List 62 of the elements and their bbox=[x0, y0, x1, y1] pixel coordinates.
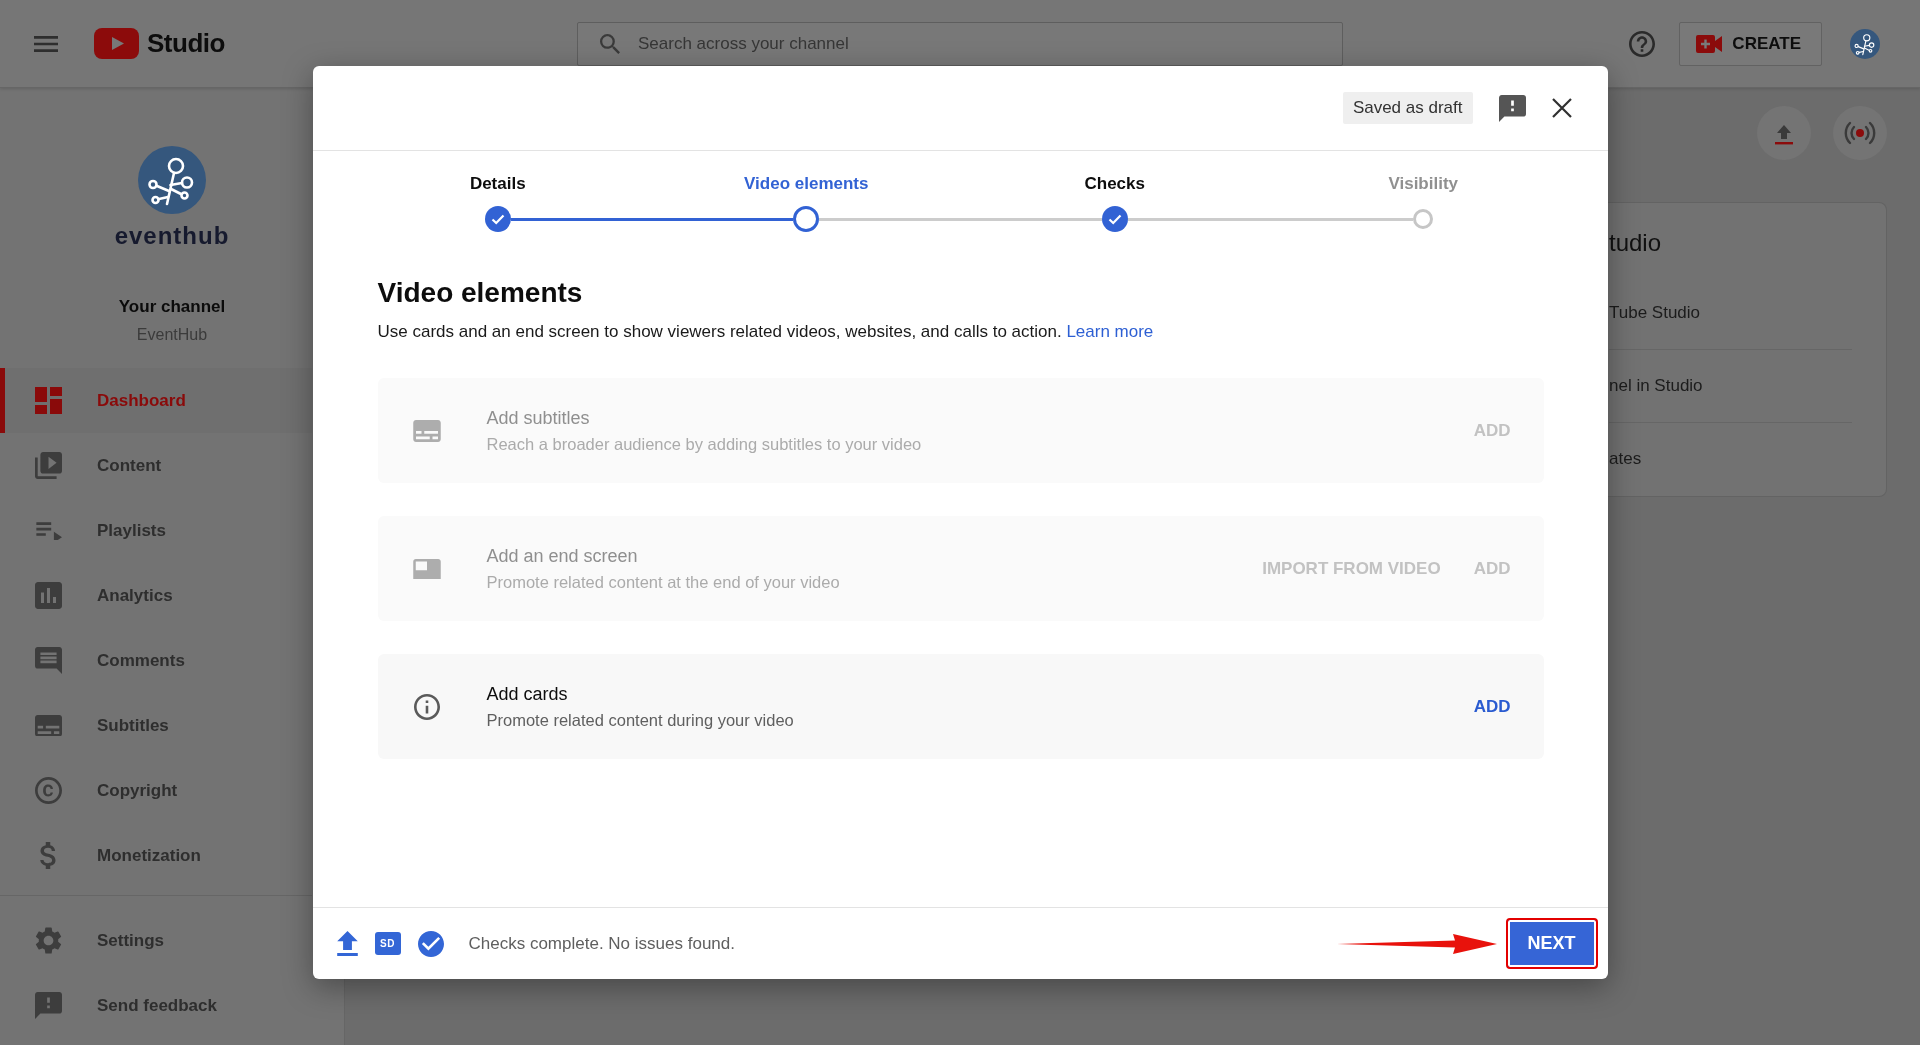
screen-icon bbox=[412, 558, 441, 579]
card-title: Add an end screen bbox=[486, 544, 639, 567]
sidebar-item[interactable]: Subtitles bbox=[0, 693, 312, 758]
dashboard-icon bbox=[35, 387, 62, 414]
learn-more-link[interactable]: Learn more bbox=[1066, 322, 1154, 341]
panel-item: Tube Studio bbox=[1609, 303, 1701, 323]
action-button[interactable]: ADD bbox=[1473, 696, 1511, 717]
copyright-icon bbox=[35, 777, 62, 804]
comment-icon bbox=[35, 647, 62, 674]
dialog-title: Video elements bbox=[377, 276, 584, 310]
channel-label: Your channel bbox=[118, 297, 226, 317]
close-icon[interactable] bbox=[1551, 98, 1572, 118]
card-title: Add subtitles bbox=[486, 406, 591, 429]
video-camera-plus-icon bbox=[1696, 34, 1723, 53]
quality-badge: SD bbox=[374, 932, 401, 955]
sidebar-item[interactable]: Monetization bbox=[0, 823, 312, 888]
save-status-chip: Saved as draft bbox=[1342, 92, 1473, 124]
subtitles-icon bbox=[412, 419, 441, 442]
sidebar-item[interactable]: Playlists bbox=[0, 498, 312, 563]
sidebar-item[interactable]: Send feedback bbox=[0, 973, 312, 1038]
step-tab[interactable]: Checks bbox=[1084, 174, 1145, 232]
sidebar-item[interactable]: Settings bbox=[0, 908, 312, 973]
feedback-icon bbox=[35, 992, 62, 1019]
step-tab[interactable]: Details bbox=[469, 174, 526, 232]
logo-text: Studio bbox=[147, 28, 225, 59]
video-library-icon bbox=[35, 452, 62, 479]
avatar-logo-icon[interactable] bbox=[1850, 28, 1880, 59]
search-icon bbox=[600, 33, 620, 54]
bar-chart-icon bbox=[35, 582, 62, 609]
broadcast-icon[interactable] bbox=[1833, 106, 1887, 160]
step-tab[interactable]: Visibility bbox=[1388, 174, 1459, 232]
upload-icon bbox=[336, 931, 358, 956]
channel-logo-text: eventhub bbox=[114, 222, 230, 250]
channel-name: EventHub bbox=[136, 325, 208, 345]
card-description: Promote related content at the end of your video bbox=[486, 571, 840, 593]
playlist-icon bbox=[35, 521, 62, 540]
panel-item: nel in Studio bbox=[1609, 376, 1703, 396]
info-icon bbox=[413, 693, 440, 720]
panel-item: ates bbox=[1609, 449, 1642, 470]
sidebar-item[interactable]: Content bbox=[0, 433, 312, 498]
next-button[interactable]: NEXT bbox=[1505, 918, 1598, 969]
sidebar-item[interactable]: Dashboard bbox=[0, 368, 312, 433]
card-description: Reach a broader audience by adding subtitles to your video bbox=[486, 433, 922, 455]
channel-logo-icon bbox=[138, 146, 206, 214]
panel-title: tudio bbox=[1609, 228, 1663, 258]
help-icon[interactable] bbox=[1629, 30, 1656, 57]
subtitles-icon bbox=[35, 714, 62, 737]
sidebar-item[interactable]: Copyright bbox=[0, 758, 312, 823]
feedback-icon[interactable] bbox=[1498, 94, 1526, 122]
status-text: Checks complete. No issues found. bbox=[468, 933, 735, 954]
search-field[interactable]: Search across your channel bbox=[577, 21, 1343, 66]
card-title: Add cards bbox=[486, 682, 569, 705]
sidebar-item[interactable]: Analytics bbox=[0, 563, 312, 628]
upload-icon[interactable] bbox=[1757, 106, 1811, 160]
play-logo-icon[interactable] bbox=[94, 28, 139, 59]
settings-icon bbox=[35, 927, 62, 954]
description-text: Use cards and an end screen to show viewers related videos, websites, and calls to action. Learn more bbox=[377, 321, 1155, 343]
card-description: Promote related content during your video bbox=[486, 709, 794, 731]
sidebar-item[interactable]: Comments bbox=[0, 628, 312, 693]
step-tab[interactable]: Video elements bbox=[744, 174, 869, 232]
menu-icon[interactable] bbox=[34, 35, 58, 52]
create-button[interactable]: CREATE bbox=[1679, 21, 1822, 66]
